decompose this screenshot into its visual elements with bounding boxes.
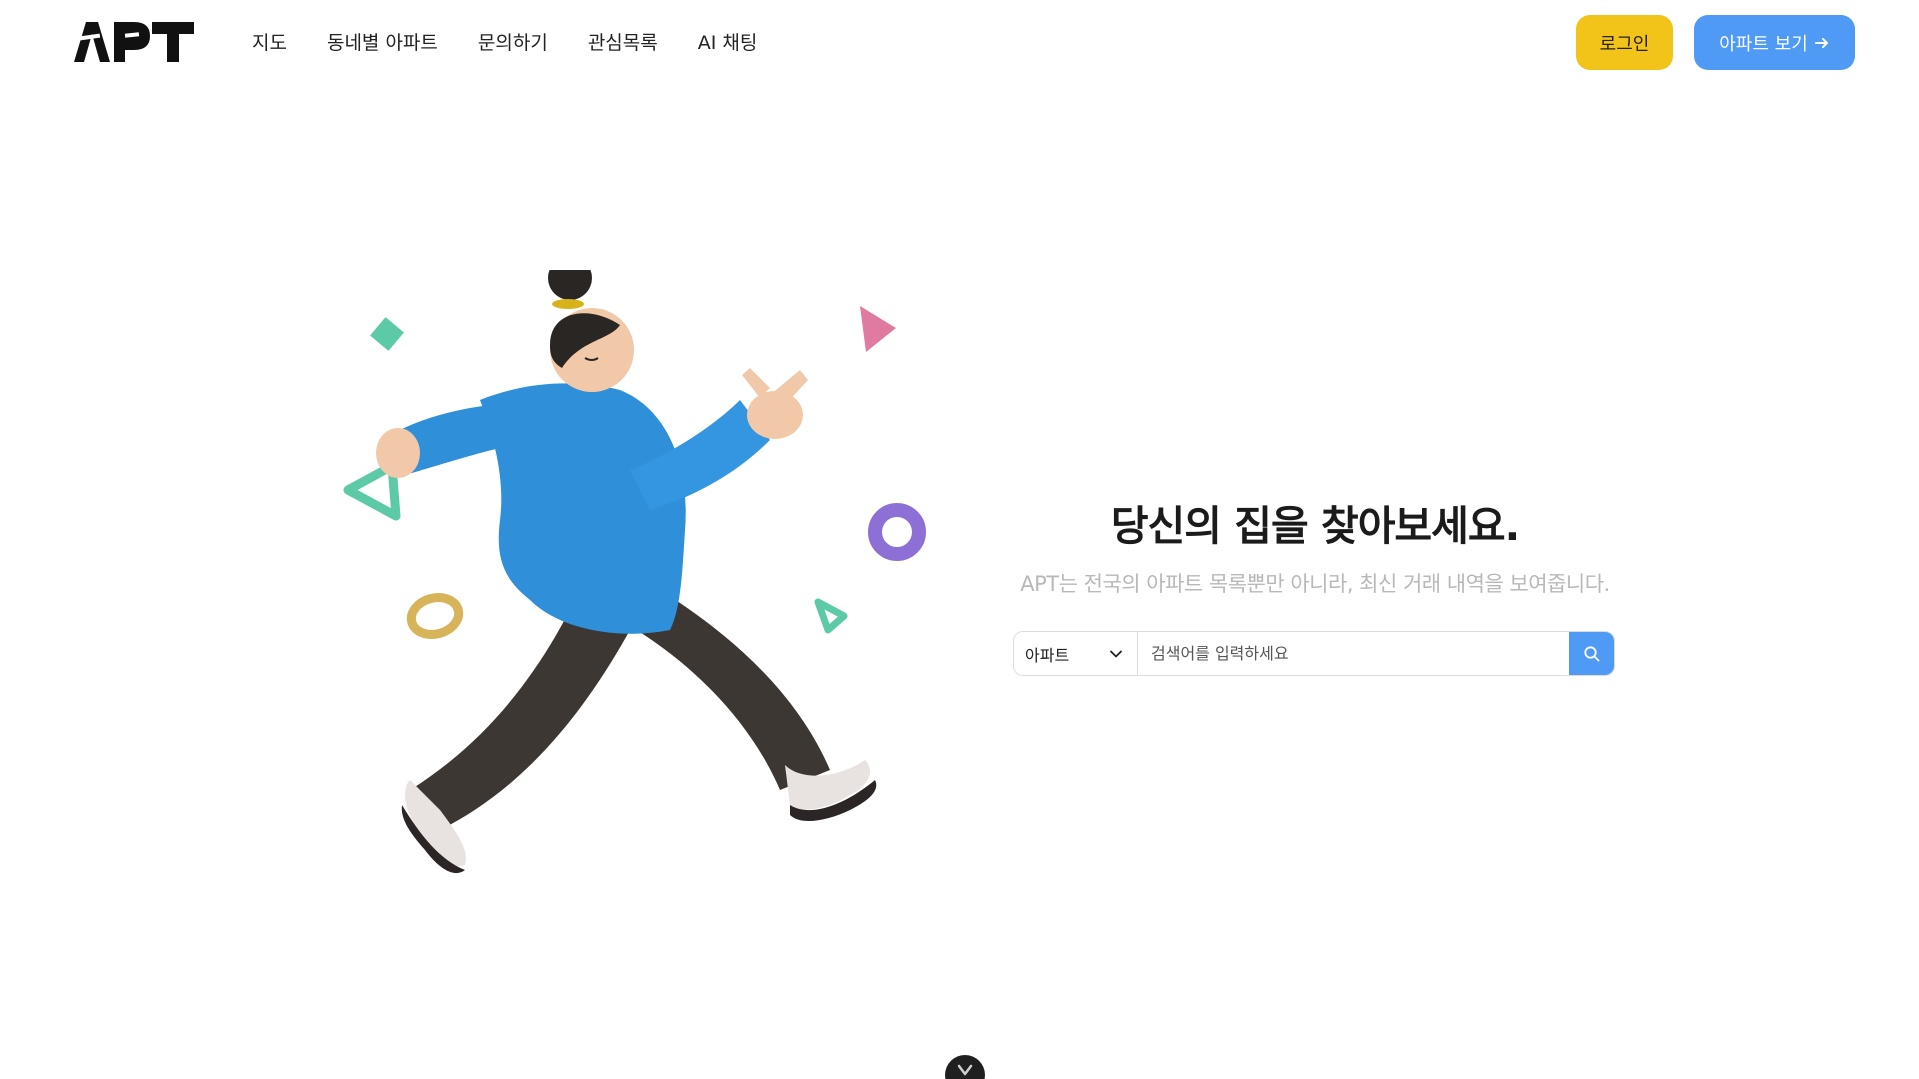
nav-item-map[interactable]: 지도 (252, 30, 287, 56)
nav-item-favorites[interactable]: 관심목록 (588, 30, 658, 56)
search-icon (1583, 645, 1599, 661)
login-button[interactable]: 로그인 (1576, 15, 1673, 70)
chevron-down-icon (1110, 650, 1122, 657)
hero-subtitle: APT는 전국의 아파트 목록뿐만 아니라, 최신 거래 내역을 보여줍니다. (1020, 572, 1610, 596)
nav-item-neighborhood[interactable]: 동네별 아파트 (327, 30, 438, 56)
walking-person-illustration (343, 270, 926, 874)
apt-logo[interactable] (74, 20, 194, 64)
view-apartments-label: 아파트 보기 (1719, 33, 1808, 55)
search-input[interactable] (1138, 632, 1569, 675)
green-diamond-shape (370, 317, 404, 351)
hero-title: 당신의 집을 찾아보세요. (1110, 502, 1520, 550)
login-button-label: 로그인 (1599, 33, 1650, 55)
purple-ring-shape (868, 503, 926, 561)
search-category-select[interactable]: 아파트 (1014, 632, 1138, 675)
search-bar: 아파트 (1013, 631, 1615, 676)
view-apartments-button[interactable]: 아파트 보기 (1694, 15, 1855, 70)
chevron-down-icon (957, 1064, 973, 1076)
search-category-value: 아파트 (1025, 645, 1070, 665)
gold-ring-shape (406, 593, 464, 639)
search-button[interactable] (1569, 632, 1614, 675)
arrow-right-icon (1814, 37, 1828, 48)
green-triangle-outline-right (814, 598, 848, 634)
pink-triangle-shape (860, 306, 896, 352)
scroll-down-button[interactable] (945, 1055, 985, 1079)
page: 지도 동네별 아파트 문의하기 관심목록 AI 채팅 로그인 아파트 보기 당신… (0, 0, 1919, 1079)
nav-item-inquiry[interactable]: 문의하기 (478, 30, 548, 56)
nav-item-ai-chat[interactable]: AI 채팅 (698, 30, 758, 56)
main-nav: 지도 동네별 아파트 문의하기 관심목록 AI 채팅 (252, 30, 797, 56)
